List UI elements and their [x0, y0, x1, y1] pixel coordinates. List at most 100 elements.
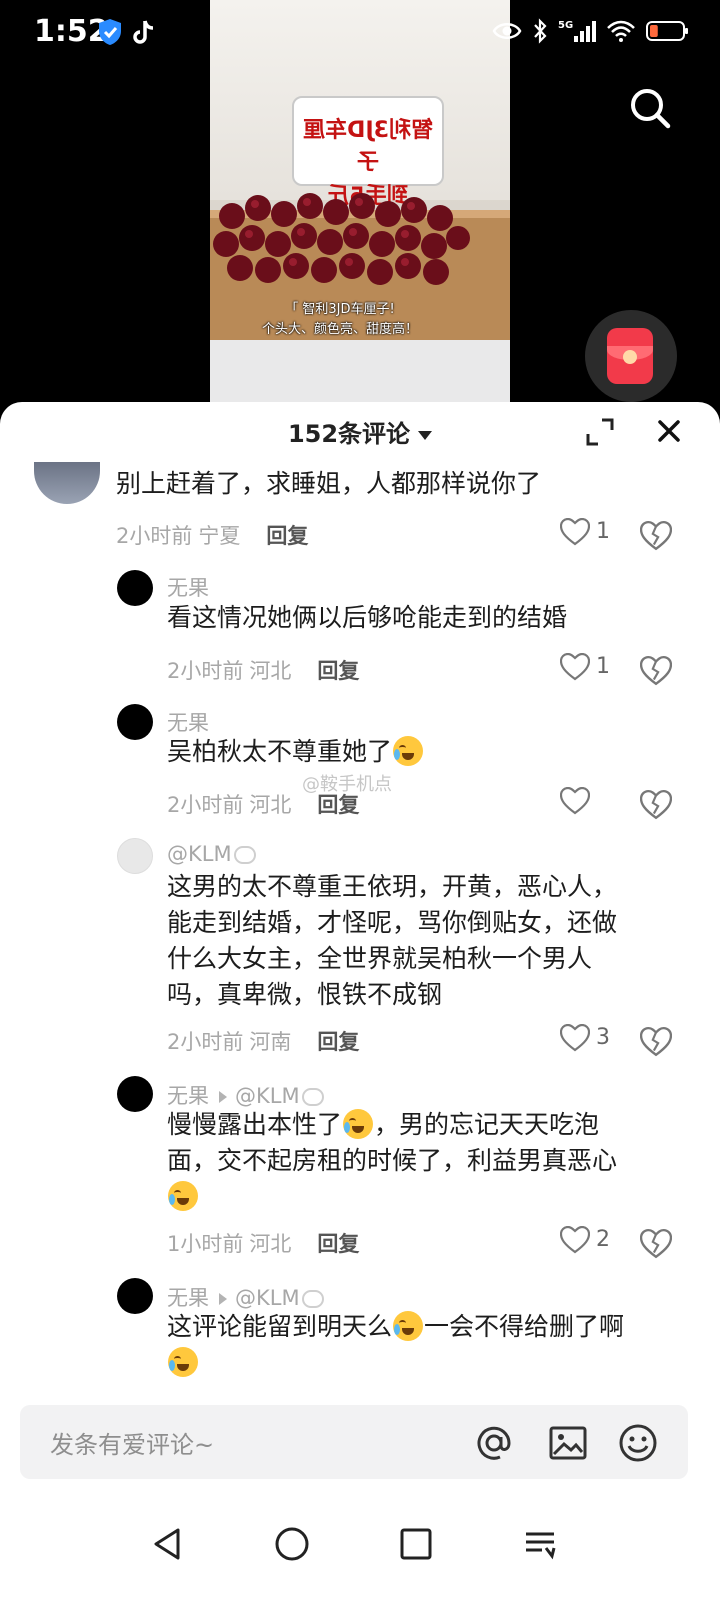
svg-text:5G: 5G — [558, 20, 573, 31]
shield-icon — [99, 19, 121, 45]
reply-arrow-icon — [219, 1091, 227, 1103]
search-icon[interactable] — [628, 86, 672, 130]
wifi-icon — [607, 20, 635, 42]
dislike-icon[interactable] — [640, 655, 672, 687]
comment-region: 河北 — [249, 659, 292, 683]
comment-input-placeholder: 发条有爱评论~ — [50, 1431, 215, 1459]
like-button[interactable]: 3 — [559, 1023, 620, 1056]
crying-emoji-icon — [393, 1311, 424, 1341]
dislike-icon[interactable] — [640, 789, 672, 821]
comment-text: 慢慢露出本性了 ，男的忘记天天吃泡 面，交不起房租的时候了，利益男真恶心 — [167, 1107, 687, 1215]
avatar[interactable] — [117, 838, 153, 874]
at-mention-icon[interactable] — [474, 1423, 514, 1463]
like-count: 1 — [596, 654, 610, 679]
reply-button[interactable]: 回复 — [317, 1232, 359, 1256]
comment-meta: 2小时前 河北 回复 — [167, 655, 359, 685]
tiktok-icon — [133, 20, 154, 44]
avatar[interactable] — [117, 1076, 153, 1112]
crying-emoji-icon — [168, 1181, 198, 1211]
like-button[interactable] — [559, 786, 620, 819]
dislike-icon[interactable] — [640, 1026, 672, 1058]
red-packet-button[interactable] — [585, 310, 677, 402]
close-icon[interactable] — [654, 416, 684, 446]
comment-text: 看这情况她俩以后够呛能走到的结婚 — [167, 603, 568, 632]
comment-text-line: 面，交不起房租的时候了，利益男真恶心 — [167, 1146, 618, 1175]
avatar[interactable] — [117, 570, 153, 606]
comment-region: 河北 — [249, 1232, 292, 1256]
chat-bubble-icon — [233, 846, 256, 864]
comment-text: 这评论能留到明天么 一会不得给删了啊 — [167, 1309, 687, 1381]
comment-meta: 1小时前 河北 回复 — [167, 1228, 359, 1258]
comment-time: 1小时前 — [167, 1232, 244, 1256]
avatar[interactable] — [117, 1278, 153, 1314]
heart-icon — [559, 786, 591, 815]
comment-text-part: 这评论能留到明天么 — [167, 1312, 393, 1341]
comment-region: 宁夏 — [198, 524, 241, 548]
comment-text-line: 什么大女主，全世界就吴柏秋一个男人 — [167, 944, 593, 973]
comment-author: 无果 @KLM — [167, 1080, 324, 1110]
chat-bubble-icon — [301, 1290, 324, 1308]
home-icon[interactable] — [274, 1526, 310, 1562]
comment-header: 152条评论 — [0, 402, 720, 458]
comment-region: 河南 — [249, 1030, 292, 1054]
battery-icon — [646, 21, 688, 41]
reply-button[interactable]: 回复 — [317, 1030, 359, 1054]
comment-author: 无果 — [167, 572, 209, 602]
like-button[interactable]: 1 — [559, 517, 620, 550]
comment-text-line: 这男的太不尊重王依玥，开黄，恶心人， — [167, 872, 618, 901]
signal-icon: 5G — [558, 20, 596, 42]
comment-meta: 2小时前 河北 回复 — [167, 789, 359, 819]
reply-button[interactable]: 回复 — [266, 524, 308, 548]
comment-text-line: 吗，真卑微，恨铁不成钢 — [167, 980, 443, 1009]
heart-icon — [559, 517, 591, 546]
like-button[interactable]: 1 — [559, 652, 620, 685]
reply-button[interactable]: 回复 — [317, 659, 359, 683]
author-name: 无果 — [167, 711, 209, 735]
image-icon[interactable] — [548, 1423, 588, 1463]
comment-text: 吴柏秋太不尊重她了 — [167, 734, 424, 770]
comment-count-label: 152条评论 — [287, 420, 411, 448]
author-name: 无果 — [167, 576, 209, 600]
comment-text-part: 慢慢露出本性了 — [167, 1110, 343, 1139]
video-price-sign: 智利3JD车厘子 到手5斤 — [292, 96, 444, 209]
heart-icon — [559, 1225, 591, 1254]
comment-text-part: ，男的忘记天天吃泡 — [374, 1110, 600, 1139]
status-right-icons: 5G — [492, 18, 690, 44]
chat-bubble-icon — [301, 1088, 324, 1106]
status-bar: 1:52 5G — [0, 0, 720, 70]
crying-emoji-icon — [393, 736, 424, 766]
comment-input[interactable]: 发条有爱评论~ — [20, 1405, 688, 1479]
comment-time: 2小时前 — [116, 524, 193, 548]
menu-icon[interactable] — [522, 1526, 558, 1562]
comment-author: @KLM — [167, 842, 256, 866]
reply-to-name: @KLM — [235, 1286, 300, 1310]
comment-meta: 2小时前 河南 回复 — [167, 1026, 359, 1056]
comment-text-body: 吴柏秋太不尊重她了 — [167, 737, 393, 766]
video-cherries — [213, 193, 470, 285]
video-sign-line1: 智利3JD车厘子 — [303, 118, 433, 175]
dislike-icon[interactable] — [640, 1228, 672, 1260]
crying-emoji-icon — [343, 1109, 374, 1139]
red-packet-icon — [607, 328, 653, 384]
like-count: 2 — [596, 1227, 610, 1252]
avatar[interactable] — [117, 704, 153, 740]
like-count: 3 — [596, 1025, 610, 1050]
caret-down-icon — [418, 430, 433, 440]
reply-button[interactable]: 回复 — [317, 793, 359, 817]
expand-icon[interactable] — [584, 416, 616, 448]
like-button[interactable]: 2 — [559, 1225, 620, 1258]
avatar[interactable] — [34, 462, 100, 504]
video-caption-line1: 「 智利3JD车厘子! — [285, 302, 395, 317]
emoji-icon[interactable] — [618, 1423, 658, 1463]
comment-meta: 2小时前 宁夏 回复 — [116, 520, 308, 550]
reply-to-name: @KLM — [235, 1084, 300, 1108]
video-caption-line2: 个头大、颜色亮、甜度高！ — [261, 322, 418, 337]
recents-icon[interactable] — [398, 1526, 434, 1562]
author-name: 无果 — [167, 1286, 209, 1310]
comment-time: 2小时前 — [167, 659, 244, 683]
dislike-icon[interactable] — [640, 520, 672, 552]
heart-icon — [559, 652, 591, 681]
back-icon[interactable] — [150, 1526, 186, 1562]
comment-text: 别上赶着了，求睡姐，人都那样说你了 — [116, 469, 542, 498]
heart-icon — [559, 1023, 591, 1052]
